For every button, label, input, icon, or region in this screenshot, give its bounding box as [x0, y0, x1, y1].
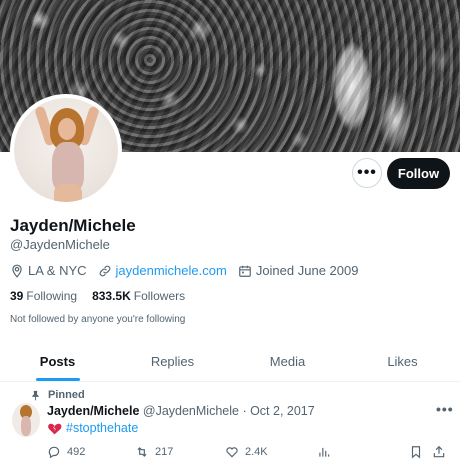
profile-handle: @JaydenMichele — [10, 237, 110, 252]
website[interactable]: jaydenmichele.com — [98, 263, 227, 278]
share-icon — [433, 445, 445, 458]
share-button[interactable] — [432, 445, 452, 459]
bookmark-button[interactable] — [409, 445, 429, 459]
followers-link[interactable]: 833.5K Followers — [92, 289, 185, 303]
like-count: 2.4K — [245, 446, 268, 458]
reply-icon — [48, 446, 60, 459]
tweet-author-handle[interactable]: @JaydenMichele — [143, 404, 239, 418]
reply-count: 492 — [67, 446, 86, 458]
reply-button[interactable]: 492 — [47, 445, 135, 459]
tab-media[interactable]: Media — [230, 342, 345, 381]
join-date: Joined June 2009 — [238, 263, 359, 278]
location-pin-icon — [12, 264, 22, 278]
avatar-image — [14, 98, 118, 202]
follow-counts: 39 Following 833.5K Followers — [10, 289, 200, 303]
not-followed-notice: Not followed by anyone you're following — [10, 314, 186, 325]
follow-button[interactable]: Follow — [387, 158, 450, 189]
tab-likes[interactable]: Likes — [345, 342, 460, 381]
profile-meta: LA & NYC jaydenmichele.com Joined June 2… — [10, 263, 369, 278]
heart-icon — [226, 447, 238, 458]
tweet-actions: 492 217 2.4K — [47, 445, 452, 459]
following-count: 39 — [10, 289, 24, 303]
views-button[interactable] — [317, 445, 409, 459]
tweet-hashtag[interactable]: #stopthehate — [66, 421, 138, 435]
bookmark-icon — [411, 446, 421, 459]
following-label: Following — [26, 289, 78, 303]
retweet-count: 217 — [155, 446, 174, 458]
following-link[interactable]: 39 Following — [10, 289, 77, 303]
followers-count: 833.5K — [92, 289, 131, 303]
tweet-avatar[interactable] — [12, 403, 40, 437]
tweet-more-button[interactable]: ••• — [436, 401, 454, 417]
analytics-icon — [319, 447, 330, 457]
tab-posts[interactable]: Posts — [0, 342, 115, 381]
website-link[interactable]: jaydenmichele.com — [116, 263, 227, 278]
profile-avatar[interactable] — [10, 94, 122, 206]
tweet-separator: · — [238, 404, 251, 418]
more-options-button[interactable]: ••• — [352, 158, 382, 188]
like-button[interactable]: 2.4K — [225, 445, 317, 459]
tab-replies[interactable]: Replies — [115, 342, 230, 381]
retweet-button[interactable]: 217 — [135, 445, 225, 459]
retweet-icon — [137, 447, 147, 457]
tweet-author-name[interactable]: Jayden/Michele — [47, 404, 139, 418]
pinned-label: Pinned — [48, 389, 85, 401]
calendar-icon — [238, 265, 251, 277]
pinned-indicator: Pinned — [30, 389, 85, 401]
pin-icon — [32, 390, 39, 401]
location: LA & NYC — [10, 263, 87, 278]
tweet-body: #stopthehate — [47, 421, 138, 435]
join-date-text: Joined June 2009 — [255, 263, 359, 278]
broken-heart-icon — [48, 423, 62, 434]
followers-label: Followers — [133, 289, 186, 303]
profile-tabs: Posts Replies Media Likes — [0, 342, 460, 382]
link-icon — [99, 265, 110, 276]
tweet-header: Jayden/Michele @JaydenMichele · Oct 2, 2… — [47, 404, 315, 418]
location-text: LA & NYC — [28, 263, 87, 278]
tweet-date[interactable]: Oct 2, 2017 — [250, 404, 315, 418]
profile-name: Jayden/Michele — [10, 216, 136, 235]
